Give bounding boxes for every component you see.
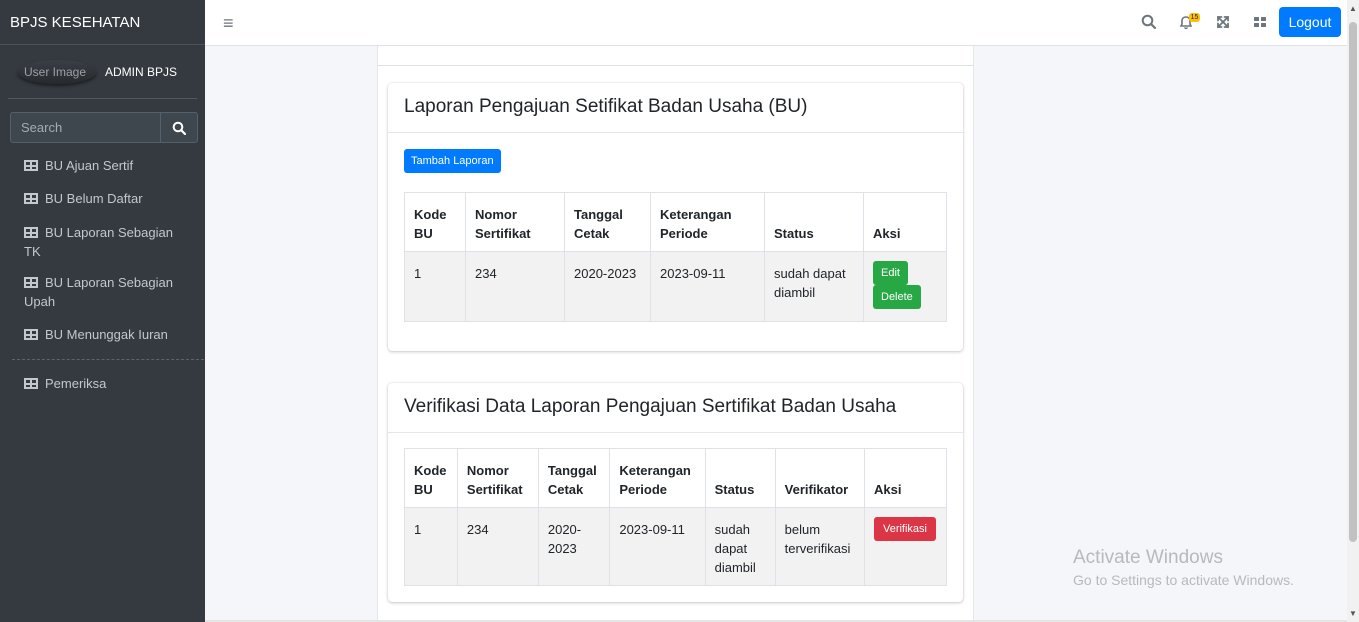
edit-button[interactable]: Edit xyxy=(873,261,908,285)
status-cell: sudah dapat diambil xyxy=(764,251,864,322)
table-icon xyxy=(24,277,38,288)
column-header: Aksi xyxy=(863,192,947,252)
sidebar-search xyxy=(10,112,198,143)
card-title: Verifikasi Data Laporan Pengajuan Sertif… xyxy=(388,383,963,433)
sidebar-item-label: BU Laporan Sebagian TK xyxy=(24,225,173,259)
table-icon xyxy=(24,329,38,340)
sidebar: BPJS KESEHATAN User Image ADMIN BPJS BU … xyxy=(0,0,205,622)
top-navbar: ≡ xyxy=(205,0,1347,46)
table-row: 1 234 2020-2023 2023-09-11 sudah dapat d… xyxy=(404,507,948,586)
user-name[interactable]: ADMIN BPJS xyxy=(105,65,177,79)
table-icon xyxy=(24,378,38,389)
action-cell: Verifikasi xyxy=(863,507,948,586)
verifikasi-button[interactable]: Verifikasi xyxy=(873,517,936,541)
navbar-search-icon[interactable] xyxy=(1140,13,1158,31)
column-header: Nomor Sertifikat xyxy=(456,448,539,508)
user-panel: User Image ADMIN BPJS xyxy=(8,45,197,99)
column-header: Keterangan Periode xyxy=(650,192,765,252)
table-icon xyxy=(24,160,38,171)
scrollbar-thumb[interactable] xyxy=(1349,22,1357,542)
table-row: 1 234 2020-2023 2023-09-11 sudah dapat d… xyxy=(404,251,947,322)
column-header: Kode BU xyxy=(404,192,466,252)
activation-watermark-subtitle: Go to Settings to activate Windows. xyxy=(1073,572,1294,588)
table-icon xyxy=(24,193,38,204)
laporan-table: Kode BU Nomor Sertifikat Tanggal Cetak K… xyxy=(404,192,947,322)
scroll-up-icon[interactable]: ▲ xyxy=(1349,4,1357,13)
nomor-cell: 234 xyxy=(465,251,565,322)
sidebar-item-pemeriksa[interactable]: Pemeriksa xyxy=(0,368,205,399)
scroll-down-icon[interactable]: ▼ xyxy=(1349,609,1357,618)
periode-cell: 2023-09-11 xyxy=(650,251,765,322)
sidebar-item-label: BU Menunggak Iuran xyxy=(45,327,168,342)
menu-toggle-icon[interactable]: ≡ xyxy=(223,13,234,34)
kode-cell: 1 xyxy=(404,507,458,586)
column-header: Tanggal Cetak xyxy=(537,448,611,508)
column-header: Kode BU xyxy=(404,448,458,508)
activation-watermark-title: Activate Windows xyxy=(1073,547,1223,568)
sidebar-nav: BU Ajuan Sertif BU Belum Daftar BU Lapor… xyxy=(0,150,205,399)
search-input[interactable] xyxy=(10,112,160,143)
sidebar-item-bu-belum-daftar[interactable]: BU Belum Daftar xyxy=(0,183,205,214)
verifikasi-card: Verifikasi Data Laporan Pengajuan Sertif… xyxy=(388,383,963,602)
sidebar-item-bu-laporan-sebagian-tk[interactable]: BU Laporan Sebagian TK xyxy=(0,217,190,267)
column-header: Nomor Sertifikat xyxy=(465,192,565,252)
verifikator-cell: belum terverifikasi xyxy=(774,507,865,586)
tambah-laporan-button[interactable]: Tambah Laporan xyxy=(404,149,501,173)
laporan-card: Laporan Pengajuan Setifikat Badan Usaha … xyxy=(388,83,963,351)
tanggal-cell: 2020-2023 xyxy=(537,507,611,586)
logout-button[interactable]: Logout xyxy=(1279,7,1341,37)
notification-badge: 15 xyxy=(1189,13,1200,22)
periode-cell: 2023-09-11 xyxy=(609,507,706,586)
brand-link[interactable]: BPJS KESEHATAN xyxy=(0,0,205,45)
status-cell: sudah dapat diambil xyxy=(704,507,776,586)
tanggal-cell: 2020-2023 xyxy=(564,251,651,322)
sidebar-item-label: Pemeriksa xyxy=(45,376,107,391)
delete-button[interactable]: Delete xyxy=(873,285,921,309)
column-header: Keterangan Periode xyxy=(609,448,706,508)
content-divider xyxy=(377,65,974,66)
verifikasi-table: Kode BU Nomor Sertifikat Tanggal Cetak K… xyxy=(404,448,948,586)
fullscreen-icon[interactable] xyxy=(1214,13,1232,31)
grid-icon[interactable] xyxy=(1251,13,1269,31)
nomor-cell: 234 xyxy=(456,507,539,586)
sidebar-item-bu-ajuan-sertif[interactable]: BU Ajuan Sertif xyxy=(0,150,205,181)
column-header: Status xyxy=(764,192,864,252)
action-cell: Edit Delete xyxy=(863,251,947,322)
table-icon xyxy=(24,227,38,238)
sidebar-item-label: BU Laporan Sebagian Upah xyxy=(24,275,173,309)
sidebar-item-label: BU Ajuan Sertif xyxy=(45,158,134,173)
column-header: Status xyxy=(704,448,776,508)
kode-cell: 1 xyxy=(404,251,466,322)
sidebar-item-label: BU Belum Daftar xyxy=(45,191,143,206)
nav-divider xyxy=(12,359,204,360)
search-button[interactable] xyxy=(160,112,198,143)
column-header: Verifikator xyxy=(774,448,865,508)
sidebar-item-bu-menunggak-iuran[interactable]: BU Menunggak Iuran xyxy=(0,319,205,350)
vertical-scrollbar[interactable]: ▲ ▼ xyxy=(1347,0,1359,622)
column-header: Tanggal Cetak xyxy=(564,192,651,252)
card-title: Laporan Pengajuan Setifikat Badan Usaha … xyxy=(388,83,963,133)
column-header: Aksi xyxy=(863,448,948,508)
table-header-row: Kode BU Nomor Sertifikat Tanggal Cetak K… xyxy=(404,192,947,252)
search-icon xyxy=(172,121,186,135)
table-header-row: Kode BU Nomor Sertifikat Tanggal Cetak K… xyxy=(404,448,948,508)
sidebar-item-bu-laporan-sebagian-upah[interactable]: BU Laporan Sebagian Upah xyxy=(0,267,190,317)
avatar[interactable]: User Image xyxy=(18,59,96,84)
